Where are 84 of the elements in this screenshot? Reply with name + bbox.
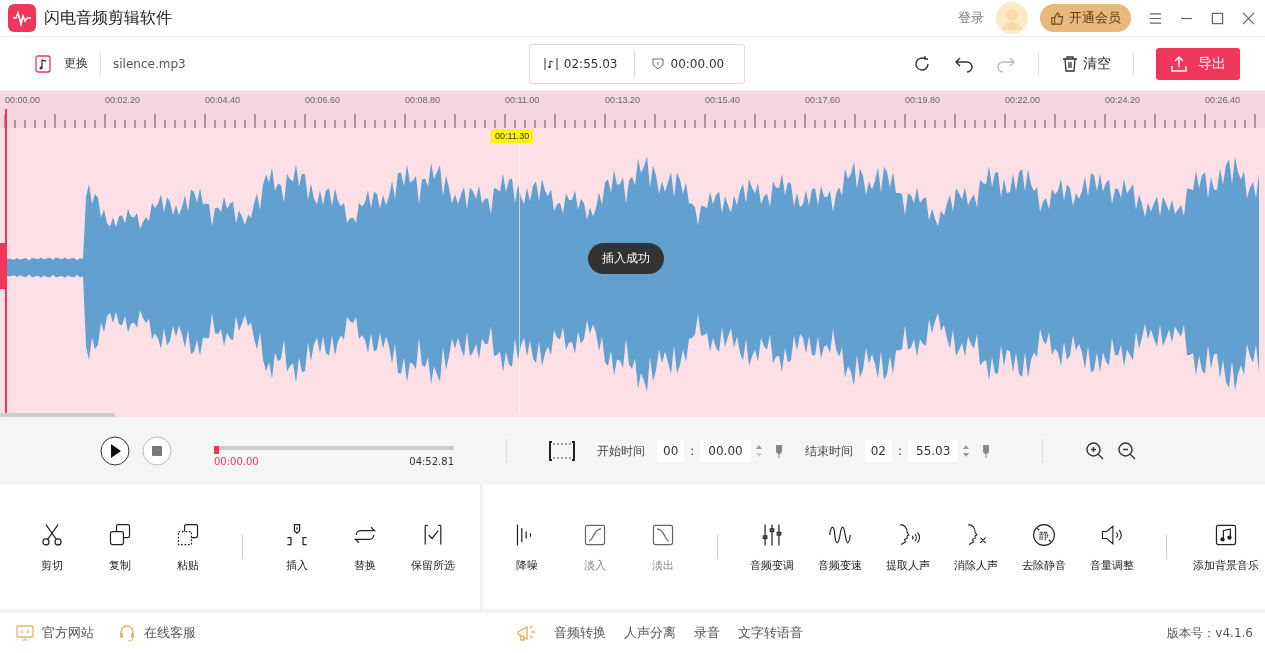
tool-button[interactable]: 消除人声 [946,521,1006,573]
footer-link[interactable]: 官方网站 [42,624,94,642]
version-text: 版本号：v4.1.6 [1167,624,1253,642]
horizontal-scrollbar[interactable] [0,413,115,417]
close-icon[interactable] [1242,11,1255,25]
duration-text: 02:55.03 [563,56,618,71]
thumbs-up-icon [1050,10,1065,26]
footer-link[interactable]: 文字转语音 [738,624,803,642]
time-label: 00:06.60 [305,95,341,105]
time-label: 00:11.00 [505,95,540,105]
spinner-arrows-icon[interactable] [962,443,971,459]
app-logo-icon [8,4,36,32]
tool-button[interactable]: 复制 [90,521,150,573]
toast-message: 插入成功 [588,243,664,274]
megaphone-icon [516,623,536,643]
maximize-icon[interactable] [1211,11,1224,25]
tool-button[interactable]: 降噪 [497,521,557,573]
end-time-label: 结束时间 [804,442,853,460]
start-second-field[interactable]: 00.00 [700,440,751,462]
time-label: 00:00.00 [5,95,41,105]
colon: : [897,444,902,458]
file-name: silence.mp3 [113,56,186,71]
paste-tool-icon [175,521,201,548]
replace-file-link[interactable]: 更换 [64,55,88,72]
zoom-in-icon[interactable] [1085,441,1106,461]
tool-button[interactable]: 音量调整 [1082,521,1142,573]
export-button[interactable]: 导出 [1156,47,1240,80]
end-second-field[interactable]: 55.03 [908,440,959,462]
cut-tool-icon [39,521,65,548]
tool-button[interactable]: 添加背景音乐 [1191,521,1261,573]
colon: : [690,444,695,458]
time-label: 00:04.40 [205,95,241,105]
tool-button[interactable]: 粘贴 [158,521,218,573]
tool-button[interactable]: 替换 [335,521,395,573]
time-label: 00:19.80 [905,95,941,105]
time-label: 00:26.40 [1205,95,1241,105]
tool-button[interactable]: 音频变速 [810,521,870,573]
stop-icon[interactable] [142,436,172,466]
time-label: 00:22.00 [1005,95,1041,105]
login-link[interactable]: 登录 [958,9,984,27]
select-range-icon[interactable] [549,440,575,462]
current-time: 00:00.00 [214,455,259,467]
pin-icon[interactable] [982,444,991,458]
shield-icon [650,56,665,71]
app-title: 闪电音频剪辑软件 [44,7,172,29]
tool-button[interactable]: 音频变调 [742,521,802,573]
spinner-arrows-icon[interactable] [754,443,763,459]
music-file-icon[interactable] [34,54,52,73]
silence-tool-icon: 静 [1031,521,1057,548]
footer-link[interactable]: 音频转换 [554,624,606,642]
total-time: 04:52.81 [409,455,454,467]
selection-duration-text: 00:00.00 [670,56,725,71]
time-label: 00:02.20 [105,95,141,105]
pin-icon[interactable] [774,444,783,458]
time-label: 00:08.80 [405,95,441,105]
start-time-label: 开始时间 [597,442,645,460]
footer-link[interactable]: 人声分离 [624,624,676,642]
upload-icon [1170,54,1188,73]
cursor-time-label: 00:11.30 [491,129,534,143]
menu-icon[interactable] [1149,11,1162,25]
tool-button[interactable]: 插入 [267,521,327,573]
insert-tool-icon [284,521,310,548]
vip-button[interactable]: 开通会员 [1040,4,1131,32]
tool-button[interactable]: 静 去除静音 [1014,521,1074,573]
end-minute-field[interactable]: 02 [864,440,892,462]
footer-link[interactable]: 录音 [694,624,720,642]
zoom-out-icon[interactable] [1117,441,1138,461]
music-note-icon [543,56,558,71]
tool-button[interactable]: 保留所选 [403,521,463,573]
time-label: 00:13.20 [605,95,641,105]
footer-link[interactable]: 在线客服 [144,624,196,642]
trash-icon [1061,54,1079,73]
copy-tool-icon [107,521,133,548]
waveform-editor[interactable]: 00:00.00 00:02.20 00:04.40 00:06.60 00:08.80 00:11.00 00:13.20 00:15.40 00:17.60 00:19.80 00:22.00 00:24.20 00:26.40 00:11.30 插入成功 [0,90,1265,417]
time-label: 00:17.60 [805,95,841,105]
time-label: 00:15.40 [705,95,741,105]
tool-button[interactable]: 提取人声 [878,521,938,573]
start-minute-field[interactable]: 00 [657,440,685,462]
clear-button[interactable]: 清空 [1061,54,1111,73]
time-label: 00:24.20 [1105,95,1141,105]
play-icon[interactable] [100,436,130,466]
refresh-icon[interactable] [912,53,932,74]
tool-button[interactable]: 剪切 [22,521,82,573]
left-handle[interactable] [0,243,5,289]
